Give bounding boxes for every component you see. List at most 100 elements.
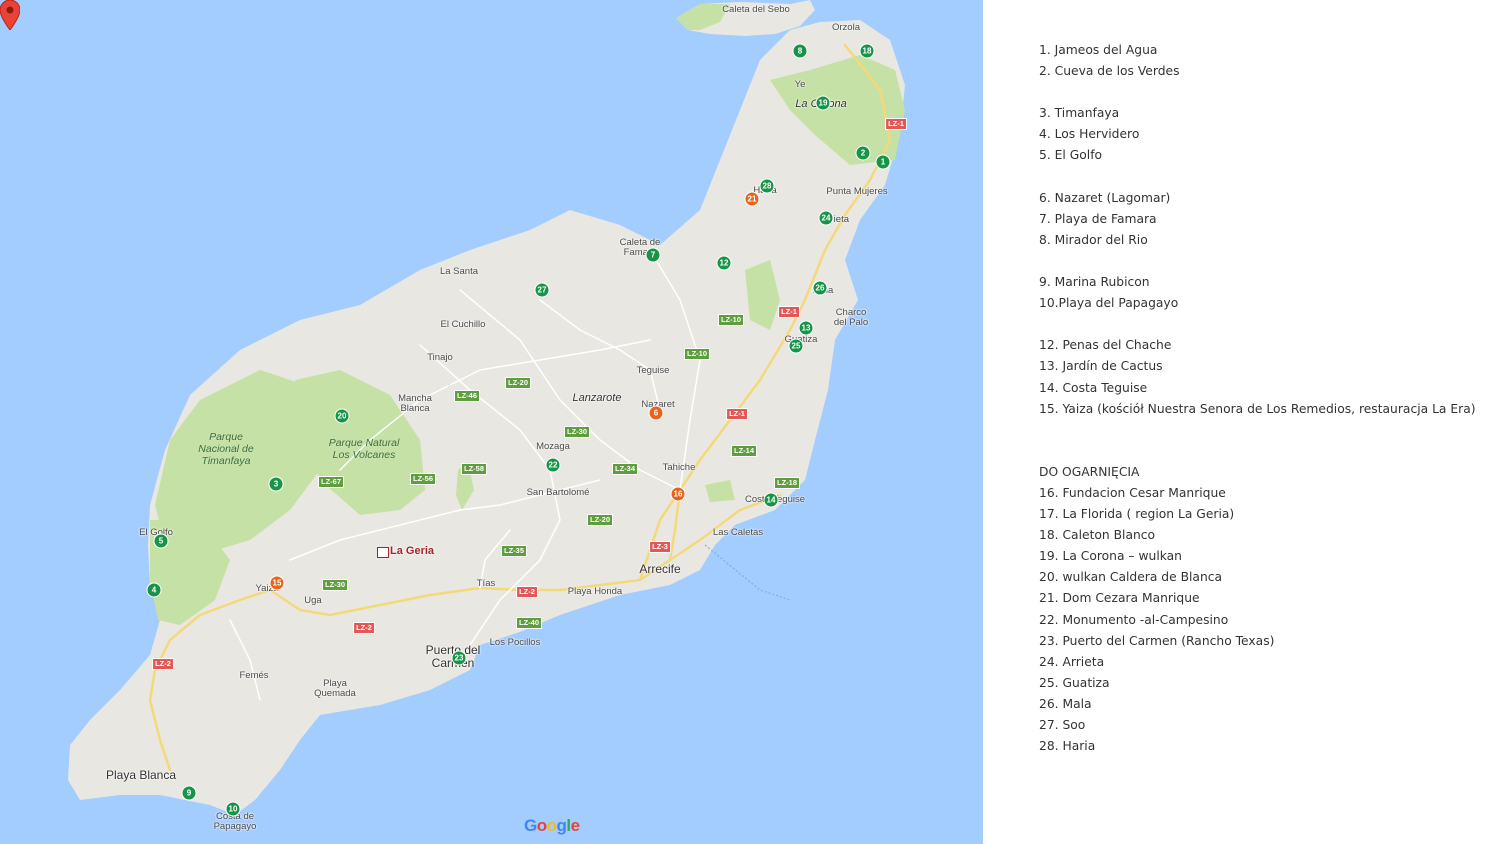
- place-label: Femés: [239, 670, 269, 681]
- legend-item: 21. Dom Cezara Manrique: [1039, 591, 1200, 606]
- poi-marker[interactable]: 16: [670, 486, 686, 502]
- legend-item: 3. Timanfaya: [1039, 106, 1120, 121]
- map-view[interactable]: Caleta del Sebo Orzola Ye La Corona Harí…: [0, 0, 983, 844]
- poi-marker[interactable]: 6: [648, 405, 664, 421]
- legend-item: 13. Jardín de Cactus: [1039, 359, 1163, 374]
- poi-marker[interactable]: 23: [451, 650, 467, 666]
- place-label: San Bartolomé: [526, 487, 590, 498]
- legend-item: 2. Cueva de los Verdes: [1039, 64, 1180, 79]
- road-shield: LZ-30: [563, 426, 591, 438]
- poi-marker[interactable]: 8: [792, 43, 808, 59]
- place-label: Mancha Blanca: [398, 393, 432, 414]
- legend-item: 7. Playa de Famara: [1039, 211, 1157, 226]
- place-icon: [377, 547, 389, 558]
- poi-marker[interactable]: 21: [744, 191, 760, 207]
- poi-marker[interactable]: 15: [269, 575, 285, 591]
- place-label: Los Pocillos: [489, 637, 541, 648]
- poi-marker[interactable]: 1: [875, 154, 891, 170]
- poi-marker[interactable]: 2: [855, 145, 871, 161]
- legend-item: 23. Puerto del Carmen (Rancho Texas): [1039, 633, 1275, 648]
- place-label: Orzola: [832, 22, 860, 33]
- place-label: La Santa: [439, 266, 479, 277]
- legend-spacer: [1039, 167, 1479, 188]
- poi-marker[interactable]: 12: [716, 255, 732, 271]
- legend-item: 17. La Florida ( region La Geria): [1039, 507, 1235, 522]
- poi-marker[interactable]: 27: [534, 282, 550, 298]
- legend-item: 25. Guatiza: [1039, 675, 1110, 690]
- map-pin-icon[interactable]: [0, 0, 20, 30]
- legend-item: 20. wulkan Caldera de Blanca: [1039, 570, 1223, 585]
- island-shape: [68, 0, 905, 815]
- poi-marker[interactable]: 28: [759, 178, 775, 194]
- place-label: Arrecife: [639, 562, 681, 576]
- poi-marker[interactable]: 22: [545, 457, 561, 473]
- road-shield: LZ-20: [586, 514, 614, 526]
- legend-item: 15. Yaiza (kościół Nuestra Senora de Los…: [1039, 401, 1476, 416]
- legend-item: DO OGARNIĘCIA: [1039, 464, 1140, 479]
- road-shield: LZ-1: [778, 306, 800, 318]
- road-shield: LZ-30: [321, 579, 349, 591]
- poi-marker[interactable]: 24: [818, 210, 834, 226]
- poi-marker[interactable]: 18: [859, 43, 875, 59]
- road-shield: LZ-67: [317, 476, 345, 488]
- road-shield: LZ-40: [515, 617, 543, 629]
- place-label: El Cuchillo: [440, 319, 486, 330]
- poi-marker[interactable]: 26: [812, 280, 828, 296]
- road-shield: LZ-10: [717, 314, 745, 326]
- legend-item: 12. Penas del Chache: [1039, 338, 1172, 353]
- legend-item: 16. Fundacion Cesar Manrique: [1039, 485, 1226, 500]
- legend-item: 4. Los Hervidero: [1039, 127, 1140, 142]
- road-shield: LZ-14: [730, 445, 758, 457]
- road-shield: LZ-56: [409, 473, 437, 485]
- place-label: Tahiche: [662, 462, 696, 473]
- legend-item: 18. Caleton Blanco: [1039, 528, 1156, 543]
- legend-spacer: [1039, 441, 1479, 462]
- place-label: Las Caletas: [712, 527, 764, 538]
- legend-item: 19. La Corona – wulkan: [1039, 549, 1182, 564]
- road-shield: LZ-2: [152, 658, 174, 670]
- legend-item: 6. Nazaret (Lagomar): [1039, 190, 1171, 205]
- road-shield: LZ-3: [649, 541, 671, 553]
- google-logo: Google: [524, 816, 580, 835]
- poi-marker[interactable]: 10: [225, 801, 241, 817]
- place-label: Mozaga: [536, 441, 570, 452]
- selected-place-label: La Geria: [390, 545, 435, 557]
- place-label: Uga: [304, 595, 322, 606]
- legend-item: 26. Mala: [1039, 696, 1092, 711]
- legend-spacer: [1039, 420, 1479, 441]
- legend-item: 5. El Golfo: [1039, 148, 1103, 163]
- legend-spacer: [1039, 82, 1479, 103]
- road-shield: LZ-2: [353, 622, 375, 634]
- legend-item: 10.Playa del Papagayo: [1039, 296, 1179, 311]
- poi-marker[interactable]: 14: [763, 492, 779, 508]
- region-label: Lanzarote: [572, 392, 622, 404]
- poi-marker[interactable]: 7: [645, 247, 661, 263]
- legend-item: 22. Monumento -al-Campesino: [1039, 612, 1229, 627]
- road-shield: LZ-58: [460, 463, 488, 475]
- poi-marker[interactable]: 3: [268, 476, 284, 492]
- place-label: Tinajo: [427, 352, 453, 363]
- place-label: Teguise: [636, 365, 670, 376]
- legend-item: 1. Jameos del Agua: [1039, 43, 1158, 57]
- poi-marker[interactable]: 19: [815, 95, 831, 111]
- legend-item: 9. Marina Rubicon: [1039, 275, 1150, 290]
- place-label: Tías: [476, 578, 496, 589]
- place-label: Caleta del Sebo: [722, 4, 790, 15]
- place-label: Charco del Palo: [833, 307, 869, 328]
- poi-marker[interactable]: 13: [798, 320, 814, 336]
- place-label: Punta Mujeres: [826, 186, 888, 197]
- park-label: Parque Natural Los Volcanes: [328, 437, 400, 461]
- poi-marker[interactable]: 20: [334, 408, 350, 424]
- legend-panel: 1. Jameos del Agua 2. Cueva de los Verdes…: [1039, 40, 1479, 757]
- road-shield: LZ-35: [500, 545, 528, 557]
- poi-marker[interactable]: 4: [146, 582, 162, 598]
- poi-marker[interactable]: 9: [181, 785, 197, 801]
- road-shield: LZ-18: [773, 477, 801, 489]
- legend-item: 8. Mirador del Rio: [1039, 232, 1148, 247]
- poi-marker[interactable]: 5: [153, 533, 169, 549]
- park-label: Parque Nacional de Timanfaya: [198, 431, 254, 467]
- legend-item: 14. Costa Teguise: [1039, 380, 1148, 395]
- poi-marker[interactable]: 25: [788, 338, 804, 354]
- place-label: Playa Honda: [567, 586, 623, 597]
- legend-item: 28. Haria: [1039, 739, 1096, 754]
